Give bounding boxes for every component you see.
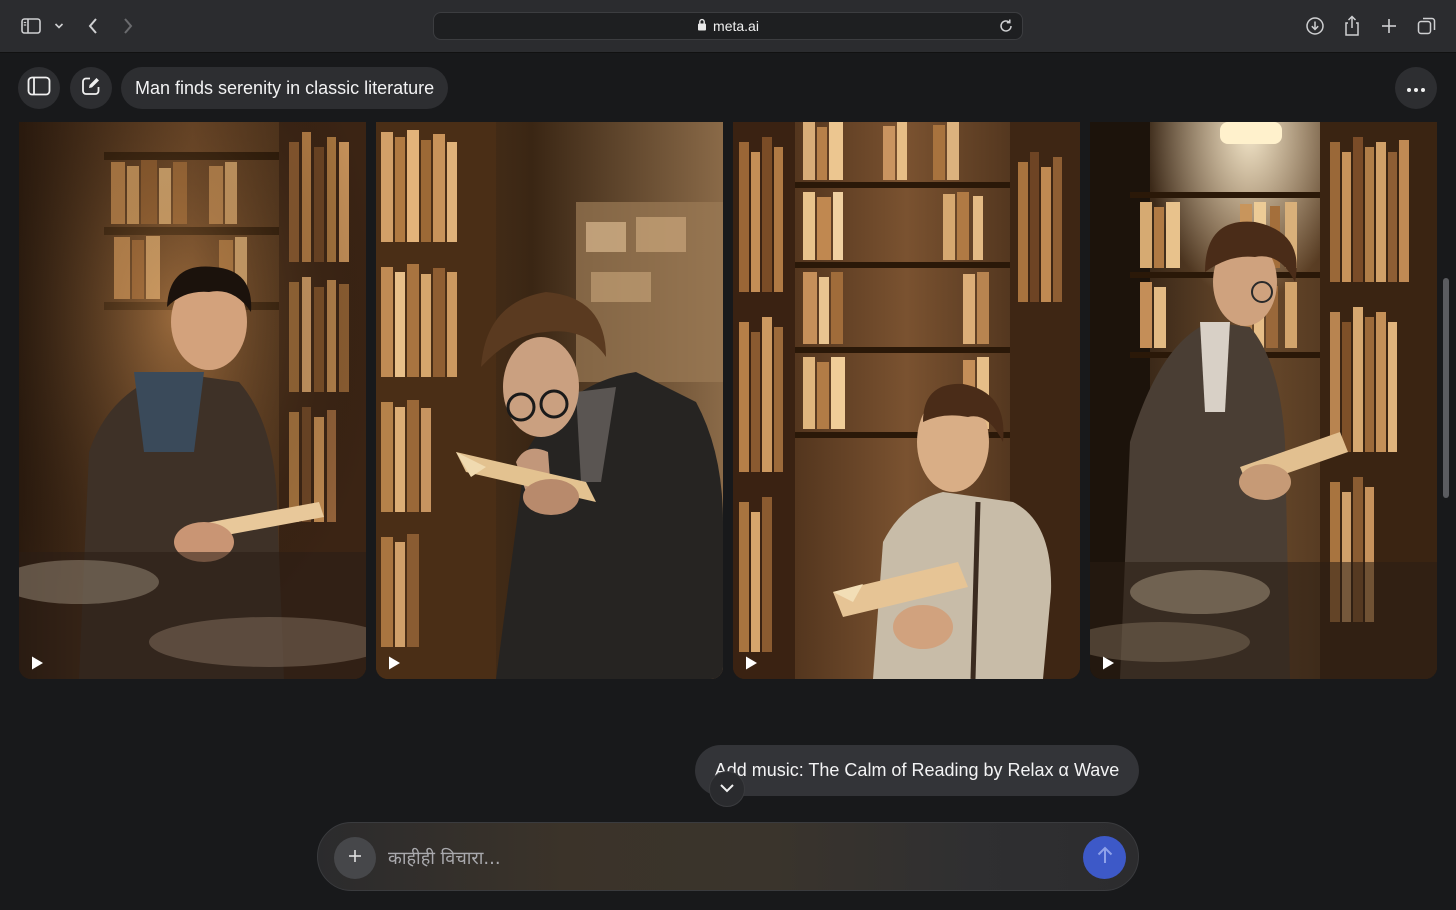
library-reader-image	[733, 122, 1080, 679]
tab-overview-icon[interactable]	[1416, 12, 1438, 40]
back-icon[interactable]	[84, 12, 102, 40]
scroll-to-bottom-button[interactable]	[709, 771, 745, 807]
address-bar[interactable]: meta.ai	[433, 12, 1023, 40]
forward-icon[interactable]	[119, 12, 137, 40]
play-icon[interactable]	[1100, 655, 1116, 671]
lock-icon	[697, 18, 707, 34]
share-icon[interactable]	[1342, 12, 1362, 40]
send-button[interactable]	[1083, 836, 1126, 879]
compose-icon	[81, 76, 101, 101]
library-reader-image	[19, 122, 366, 679]
more-options-button[interactable]	[1395, 67, 1437, 109]
more-icon	[1407, 79, 1425, 97]
conversation-title-text: Man finds serenity in classic literature	[135, 77, 435, 98]
new-chat-button[interactable]	[70, 67, 112, 109]
generated-video-tile-2[interactable]	[376, 122, 723, 679]
generated-video-tile-4[interactable]	[1090, 122, 1437, 679]
arrow-up-icon	[1096, 845, 1114, 870]
sidebar-toggle-button[interactable]	[18, 67, 60, 109]
library-reader-image	[376, 122, 723, 679]
play-icon[interactable]	[29, 655, 45, 671]
panel-icon	[27, 76, 51, 101]
library-reader-image	[1090, 122, 1437, 679]
chevron-down-icon[interactable]	[52, 12, 66, 40]
add-music-label: Add music: The Calm of Reading by Relax …	[714, 760, 1120, 780]
conversation-title[interactable]: Man finds serenity in classic literature	[121, 67, 449, 109]
message-composer	[317, 822, 1139, 891]
browser-toolbar: meta.ai	[0, 0, 1456, 53]
generated-video-tile-3[interactable]	[733, 122, 1080, 679]
page-scrollbar[interactable]	[1443, 278, 1449, 498]
add-music-suggestion[interactable]: Add music: The Calm of Reading by Relax …	[695, 745, 1139, 796]
new-tab-icon[interactable]	[1379, 12, 1399, 40]
chevron-down-icon	[719, 780, 735, 798]
play-icon[interactable]	[386, 655, 402, 671]
attach-button[interactable]	[334, 837, 376, 879]
sidebar-toggle-icon[interactable]	[20, 12, 42, 40]
reload-icon[interactable]	[998, 18, 1014, 37]
generated-video-tile-1[interactable]	[19, 122, 366, 679]
plus-icon	[348, 849, 362, 868]
message-input[interactable]	[388, 837, 1068, 879]
downloads-icon[interactable]	[1304, 12, 1326, 40]
url-text: meta.ai	[713, 18, 759, 34]
play-icon[interactable]	[743, 655, 759, 671]
